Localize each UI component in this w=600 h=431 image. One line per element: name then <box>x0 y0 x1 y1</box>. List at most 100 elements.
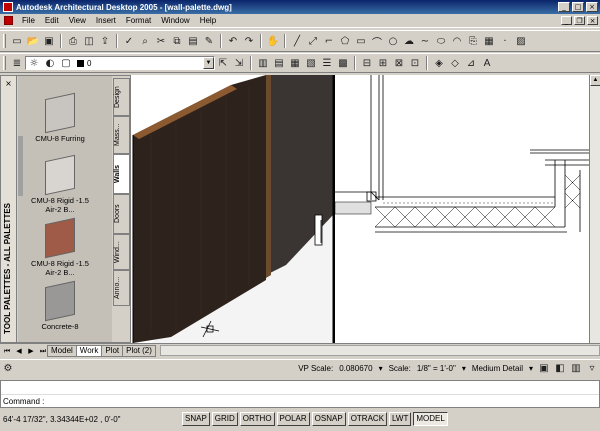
viewport-plan[interactable] <box>333 75 589 343</box>
command-line[interactable]: Command : <box>0 380 600 408</box>
osnap-toggle[interactable]: OSNAP <box>311 412 346 426</box>
paste-icon[interactable]: ▤ <box>186 34 200 48</box>
text-icon[interactable]: A <box>480 56 494 70</box>
tab-annotation[interactable]: Anno... <box>113 270 130 306</box>
tray-settings-icon[interactable]: ▿ <box>585 362 599 376</box>
tool-cmu-rigid-2[interactable]: CMU-8 Rigid -1.5 Air-2 B... <box>25 217 95 277</box>
toolbar-grip[interactable] <box>3 34 6 48</box>
layer-dropdown[interactable]: ☼ ◐ ▢ 0 ▼ <box>25 56 215 70</box>
schedule-icon[interactable]: ◇ <box>448 56 462 70</box>
next-tab-icon[interactable]: ▶ <box>26 346 36 356</box>
menu-file[interactable]: File <box>17 16 40 25</box>
layout-grid-icon[interactable]: ⊡ <box>408 56 422 70</box>
tray-icon[interactable]: ▥ <box>569 362 583 376</box>
previous-tab-icon[interactable]: ◀ <box>14 346 24 356</box>
rectangle-icon[interactable]: ▭ <box>354 34 368 48</box>
ortho-toggle[interactable]: ORTHO <box>239 412 275 426</box>
publish-icon[interactable]: ⇪ <box>98 34 112 48</box>
model-toggle[interactable]: MODEL <box>413 412 448 426</box>
arc-icon[interactable]: ⌒ <box>370 34 384 49</box>
make-current-icon[interactable]: ⇱ <box>216 56 230 70</box>
copy-icon[interactable]: ⧉ <box>170 34 184 48</box>
match-properties-icon[interactable]: ✎ <box>202 34 216 48</box>
window-tool-icon[interactable]: ▦ <box>288 56 302 70</box>
tab-doors[interactable]: Doors <box>113 194 130 234</box>
display-detail[interactable]: Medium Detail <box>472 364 523 373</box>
tab-plot-2[interactable]: Plot (2) <box>122 344 156 357</box>
insert-block-icon[interactable]: ⎘ <box>466 34 480 48</box>
palette-title-bar[interactable]: × TOOL PALETTES - ALL PALETTES <box>1 76 17 342</box>
first-tab-icon[interactable]: ⏮ <box>2 346 12 356</box>
make-block-icon[interactable]: ▦ <box>482 34 496 48</box>
settings-icon[interactable]: ⚙ <box>1 362 15 376</box>
viewport-3d[interactable] <box>131 75 333 343</box>
menu-edit[interactable]: Edit <box>40 16 64 25</box>
toolbar-grip[interactable] <box>3 56 6 70</box>
menu-window[interactable]: Window <box>156 16 194 25</box>
tab-mass[interactable]: Mass... <box>113 116 130 154</box>
dimension-icon[interactable]: ⊠ <box>392 56 406 70</box>
railing-tool-icon[interactable]: ▩ <box>336 56 350 70</box>
palette-scrollbar[interactable] <box>18 136 23 196</box>
lwt-toggle[interactable]: LWT <box>389 412 412 426</box>
save-icon[interactable]: ▣ <box>42 34 56 48</box>
tab-plot[interactable]: Plot <box>101 344 124 357</box>
display-config-icon[interactable]: ▣ <box>537 362 551 376</box>
open-icon[interactable]: 📂 <box>26 34 40 48</box>
app-icon[interactable] <box>3 2 13 12</box>
tool-cmu-furring[interactable]: CMU-8 Furring <box>25 92 95 143</box>
close-icon[interactable]: × <box>4 80 13 89</box>
isolate-icon[interactable]: ◧ <box>553 362 567 376</box>
document-icon[interactable] <box>4 16 13 25</box>
find-icon[interactable]: ⌕ <box>138 34 152 48</box>
ellipse-arc-icon[interactable]: ◠ <box>450 34 464 48</box>
annotation-icon[interactable]: ⊿ <box>464 56 478 70</box>
wall-tool-icon[interactable]: ▥ <box>256 56 270 70</box>
circle-icon[interactable]: ○ <box>386 34 400 48</box>
chevron-down-icon[interactable]: ▾ <box>529 364 533 373</box>
doc-minimize-button[interactable]: _ <box>561 16 572 25</box>
menu-insert[interactable]: Insert <box>91 16 121 25</box>
tab-walls[interactable]: Walls <box>113 154 130 194</box>
grid-toggle[interactable]: GRID <box>211 412 238 426</box>
otrack-toggle[interactable]: OTRACK <box>347 412 388 426</box>
tool-cmu-rigid-1[interactable]: CMU-8 Rigid -1.5 Air-2 B... <box>25 154 95 214</box>
layer-previous-icon[interactable]: ⇲ <box>232 56 246 70</box>
horizontal-scrollbar[interactable] <box>159 345 600 356</box>
ellipse-icon[interactable]: ⬭ <box>434 34 448 48</box>
revcloud-icon[interactable]: ☁ <box>402 34 416 48</box>
tool-concrete-8[interactable]: Concrete-8 <box>25 280 95 331</box>
hatch-icon[interactable]: ▨ <box>514 34 528 48</box>
scroll-up-icon[interactable]: ▲ <box>590 75 600 86</box>
tag-icon[interactable]: ◈ <box>432 56 446 70</box>
polyline-icon[interactable]: ⌐ <box>322 34 336 48</box>
chevron-down-icon[interactable]: ▾ <box>379 364 383 373</box>
tab-windows[interactable]: Wind... <box>113 234 130 270</box>
snap-toggle[interactable]: SNAP <box>182 412 210 426</box>
chevron-down-icon[interactable]: ▾ <box>462 364 466 373</box>
new-icon[interactable]: ▭ <box>10 34 24 48</box>
print-icon[interactable]: ⎙ <box>66 34 80 48</box>
space-tool-icon[interactable]: ▧ <box>304 56 318 70</box>
plot-preview-icon[interactable]: ◫ <box>82 34 96 48</box>
spell-icon[interactable]: ✓ <box>122 34 136 48</box>
doc-restore-button[interactable]: ❐ <box>574 16 585 25</box>
menu-format[interactable]: Format <box>121 16 156 25</box>
menu-help[interactable]: Help <box>195 16 221 25</box>
doc-close-button[interactable]: × <box>587 16 598 25</box>
pan-icon[interactable]: ✋ <box>266 34 280 48</box>
tab-work[interactable]: Work <box>75 344 103 357</box>
vp-scale-value[interactable]: 0.080670 <box>339 364 372 373</box>
menu-view[interactable]: View <box>64 16 91 25</box>
minimize-button[interactable]: _ <box>558 2 570 12</box>
section-icon[interactable]: ⊟ <box>360 56 374 70</box>
line-icon[interactable]: ╱ <box>290 34 304 48</box>
polar-toggle[interactable]: POLAR <box>276 412 310 426</box>
tab-model[interactable]: Model <box>47 344 77 357</box>
spline-icon[interactable]: ∼ <box>418 34 432 48</box>
redo-icon[interactable]: ↷ <box>242 34 256 48</box>
point-icon[interactable]: · <box>498 34 512 48</box>
cut-icon[interactable]: ✂ <box>154 34 168 48</box>
polygon-icon[interactable]: ⬠ <box>338 34 352 48</box>
scale-value[interactable]: 1/8" = 1'-0" <box>417 364 456 373</box>
